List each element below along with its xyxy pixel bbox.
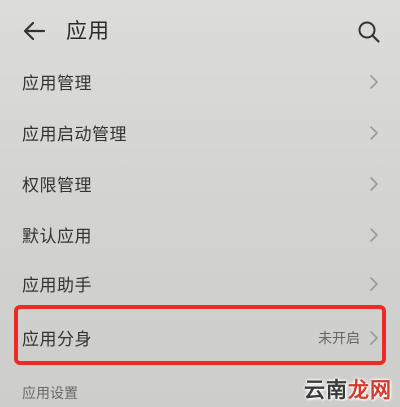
- menu-item-app-management[interactable]: 应用管理: [0, 57, 400, 107]
- chevron-right-icon: [370, 228, 378, 242]
- highlight-annotation-box: [14, 305, 386, 365]
- settings-screen: 应用 应用管理 应用启动管理 权限管理 默认应用 应用助手 应用分身 未开启 应…: [0, 0, 400, 407]
- menu-item-app-assistant[interactable]: 应用助手: [0, 259, 400, 309]
- menu-item-permission-management[interactable]: 权限管理: [0, 159, 400, 209]
- menu-item-app-launch-management[interactable]: 应用启动管理: [0, 108, 400, 158]
- watermark-logo: 云南龙网: [304, 374, 392, 404]
- chevron-right-icon: [370, 126, 378, 140]
- menu-item-label: 应用助手: [22, 276, 92, 296]
- menu-item-label: 默认应用: [22, 227, 92, 247]
- top-app-bar: 应用: [0, 0, 400, 62]
- menu-item-label: 权限管理: [22, 176, 92, 196]
- watermark-text-1: 云南: [304, 377, 348, 402]
- watermark-text-2: 龙网: [348, 377, 392, 402]
- search-icon[interactable]: [357, 20, 381, 44]
- chevron-right-icon: [370, 75, 378, 89]
- chevron-right-icon: [370, 177, 378, 191]
- menu-item-label: 应用管理: [22, 74, 92, 94]
- page-title: 应用: [66, 19, 110, 43]
- menu-item-label: 应用启动管理: [22, 125, 127, 145]
- chevron-right-icon: [370, 277, 378, 291]
- menu-item-default-apps[interactable]: 默认应用: [0, 210, 400, 260]
- back-arrow-icon[interactable]: [22, 18, 48, 44]
- section-header: 应用设置: [22, 386, 78, 402]
